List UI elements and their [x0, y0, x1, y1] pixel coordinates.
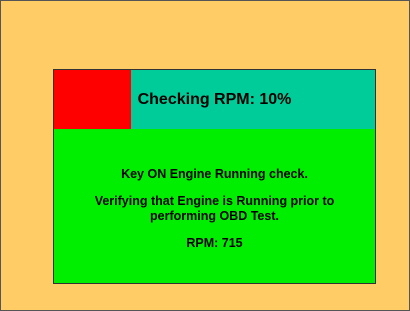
- check-title: Key ON Engine Running check.: [121, 167, 308, 181]
- check-description: Verifying that Engine is Running prior t…: [54, 194, 375, 224]
- description-line-2: performing OBD Test.: [150, 209, 279, 223]
- app-window: Checking RPM: 10% Key ON Engine Running …: [0, 0, 410, 311]
- rpm-progress-bar: Checking RPM: 10%: [54, 70, 375, 129]
- progress-label: Checking RPM: 10%: [137, 90, 292, 108]
- status-panel: Checking RPM: 10% Key ON Engine Running …: [53, 69, 376, 284]
- rpm-readout: RPM: 715: [186, 236, 243, 250]
- description-line-1: Verifying that Engine is Running prior t…: [94, 194, 335, 208]
